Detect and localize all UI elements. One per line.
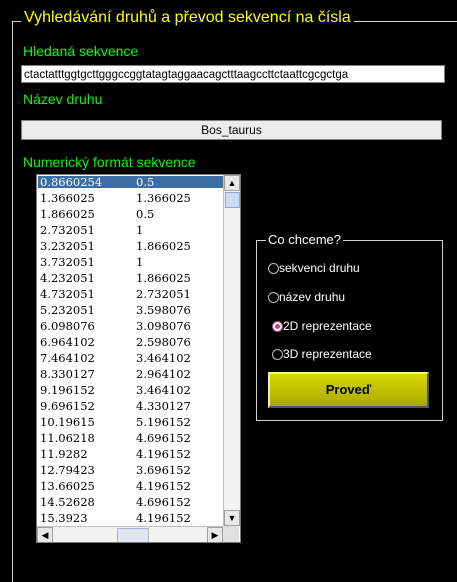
list-item-x: 8.330127 xyxy=(40,367,95,381)
list-item[interactable]: 2.732051 1 xyxy=(38,224,223,236)
list-item-y: 4.196152 xyxy=(136,447,191,461)
list-item[interactable]: 8.330127 2.964102 xyxy=(38,368,223,380)
list-item[interactable]: 7.464102 3.464102 xyxy=(38,352,223,364)
sequence-input[interactable]: ctactatttggtgcttgggccggtatagtaggaacagctt… xyxy=(21,65,445,83)
numeric-list[interactable]: 0.8660254 0.5 1.366025 1.366025 1.866025 0.5 2… xyxy=(36,174,241,543)
radio-label: 2D reprezentace xyxy=(283,319,372,333)
list-item-x: 4.232051 xyxy=(40,271,95,285)
list-item[interactable]: 6.964102 2.598076 xyxy=(38,336,223,348)
list-item-x: 9.196152 xyxy=(40,383,95,397)
radio-2d-representation[interactable]: 2D reprezentace xyxy=(272,319,372,333)
scroll-left-icon[interactable]: ◀ xyxy=(37,527,53,542)
list-item-y: 1.866025 xyxy=(136,239,191,253)
list-item-x: 4.732051 xyxy=(40,287,95,301)
sequence-label: Hledaná sekvence xyxy=(23,43,139,59)
scroll-corner xyxy=(223,526,239,542)
list-item[interactable]: 3.732051 1 xyxy=(38,256,223,268)
list-item-y: 5.196152 xyxy=(136,415,191,429)
radio-circle-icon xyxy=(272,349,283,360)
radio-label: sekvenci druhu xyxy=(279,261,360,275)
list-item-y: 3.696152 xyxy=(136,463,191,477)
page-title: Vyhledávání druhů a převod sekvencí na č… xyxy=(21,8,354,28)
list-item-x: 0.8660254 xyxy=(40,175,103,189)
list-item-x: 11.06218 xyxy=(40,431,95,445)
list-item-x: 3.232051 xyxy=(40,239,95,253)
list-item-x: 13.66025 xyxy=(40,479,95,493)
list-item-y: 3.464102 xyxy=(136,383,191,397)
radio-3d-representation[interactable]: 3D reprezentace xyxy=(272,347,372,361)
list-item-y: 4.696152 xyxy=(136,495,191,509)
list-item-y: 0.5 xyxy=(136,175,155,189)
options-title: Co chceme? xyxy=(266,232,343,248)
vertical-scroll-thumb[interactable] xyxy=(225,192,240,208)
list-item[interactable]: 4.232051 1.866025 xyxy=(38,272,223,284)
list-item-y: 2.964102 xyxy=(136,367,191,381)
list-item[interactable]: 13.66025 4.196152 xyxy=(38,480,223,492)
list-item-y: 1.366025 xyxy=(136,191,191,205)
list-item-y: 4.696152 xyxy=(136,431,191,445)
list-item-x: 12.79423 xyxy=(40,463,95,477)
list-item-y: 4.196152 xyxy=(136,479,191,493)
list-item[interactable]: 3.232051 1.866025 xyxy=(38,240,223,252)
species-field[interactable]: Bos_taurus xyxy=(21,120,442,140)
list-item[interactable]: 14.52628 4.696152 xyxy=(38,496,223,508)
list-item-x: 1.366025 xyxy=(40,191,95,205)
list-item-x: 6.098076 xyxy=(40,319,95,333)
list-item[interactable]: 1.366025 1.366025 xyxy=(38,192,223,204)
list-item-y: 2.598076 xyxy=(136,335,191,349)
radio-species-sequence[interactable]: sekvenci druhu xyxy=(268,261,360,275)
list-item-x: 2.732051 xyxy=(40,223,95,237)
list-item[interactable]: 11.9282 4.196152 xyxy=(38,448,223,460)
scroll-right-icon[interactable]: ▶ xyxy=(207,527,223,542)
list-item-x: 15.3923 xyxy=(40,511,88,525)
numeric-format-label: Numerický formát sekvence xyxy=(23,154,196,170)
execute-button[interactable]: Proveď xyxy=(268,372,429,408)
list-item[interactable]: 9.696152 4.330127 xyxy=(38,400,223,412)
list-item[interactable]: 12.79423 3.696152 xyxy=(38,464,223,476)
list-item[interactable]: 5.232051 3.598076 xyxy=(38,304,223,316)
list-item[interactable]: 1.866025 0.5 xyxy=(38,208,223,220)
list-item[interactable]: 0.8660254 0.5 xyxy=(38,176,223,188)
list-item-x: 14.52628 xyxy=(40,495,95,509)
list-item-y: 4.196152 xyxy=(136,511,191,525)
list-item-y: 1 xyxy=(136,255,144,269)
list-item-x: 7.464102 xyxy=(40,351,95,365)
horizontal-scrollbar[interactable]: ◀ ▶ xyxy=(37,526,223,542)
horizontal-scroll-thumb[interactable] xyxy=(117,528,149,542)
list-item[interactable]: 9.196152 3.464102 xyxy=(38,384,223,396)
list-item-y: 2.732051 xyxy=(136,287,191,301)
list-item-x: 5.232051 xyxy=(40,303,95,317)
list-item-y: 4.330127 xyxy=(136,399,191,413)
list-item-y: 3.464102 xyxy=(136,351,191,365)
radio-label: 3D reprezentace xyxy=(283,347,372,361)
radio-species-name[interactable]: název druhu xyxy=(268,290,345,304)
list-item-y: 1 xyxy=(136,223,144,237)
list-item[interactable]: 15.3923 4.196152 xyxy=(38,512,223,524)
radio-circle-icon xyxy=(268,263,279,274)
list-item-y: 0.5 xyxy=(136,207,155,221)
radio-circle-icon xyxy=(268,292,279,303)
list-item-y: 3.098076 xyxy=(136,319,191,333)
list-item-x: 10.19615 xyxy=(40,415,95,429)
list-item[interactable]: 10.19615 5.196152 xyxy=(38,416,223,428)
list-item-x: 3.732051 xyxy=(40,255,95,269)
scroll-up-icon[interactable]: ▲ xyxy=(224,175,240,191)
radio-selected-icon xyxy=(272,321,283,332)
species-label: Název druhu xyxy=(23,91,103,107)
list-item-x: 11.9282 xyxy=(40,447,88,461)
list-item[interactable]: 4.732051 2.732051 xyxy=(38,288,223,300)
list-item-y: 3.598076 xyxy=(136,303,191,317)
list-item-x: 9.696152 xyxy=(40,399,95,413)
vertical-scrollbar[interactable]: ▲ ▼ xyxy=(223,175,240,526)
list-item[interactable]: 6.098076 3.098076 xyxy=(38,320,223,332)
list-item-x: 1.866025 xyxy=(40,207,95,221)
list-item-y: 1.866025 xyxy=(136,271,191,285)
scroll-down-icon[interactable]: ▼ xyxy=(224,510,240,526)
list-item[interactable]: 11.06218 4.696152 xyxy=(38,432,223,444)
radio-label: název druhu xyxy=(279,290,346,304)
list-item-x: 6.964102 xyxy=(40,335,95,349)
